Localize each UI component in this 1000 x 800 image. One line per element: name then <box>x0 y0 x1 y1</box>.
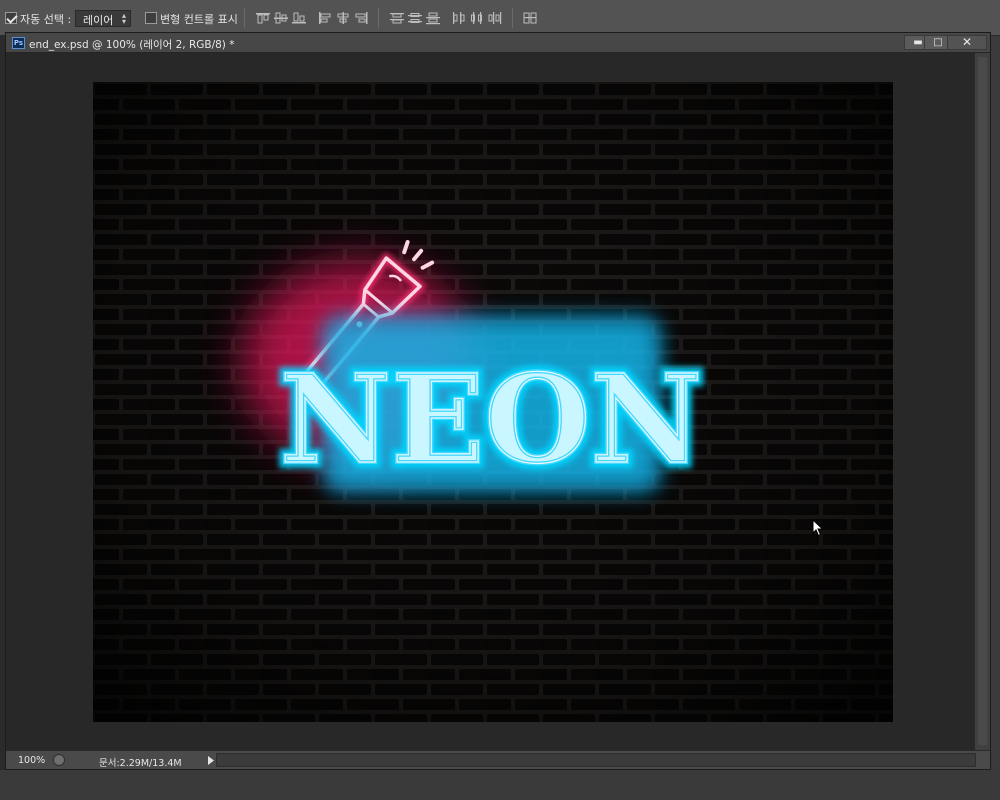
align-horizontal-centers-button[interactable] <box>334 10 352 26</box>
document-tab[interactable]: Ps end_ex.psd @ 100% (레이어 2, RGB/8) * ▬ … <box>6 33 990 53</box>
auto-select-label: 자동 선택 : <box>20 13 72 26</box>
document-window: Ps end_ex.psd @ 100% (레이어 2, RGB/8) * ▬ … <box>5 32 991 770</box>
layer-select-dropdown[interactable]: 레이어 ▴ ▾ <box>75 10 131 27</box>
transform-controls-label: 변형 컨트롤 표시 <box>160 13 238 26</box>
distribute-top-edges-button[interactable] <box>388 10 406 26</box>
close-button[interactable]: ✕ <box>947 35 987 50</box>
horizontal-scrollbar[interactable] <box>216 753 976 767</box>
status-menu-arrow-icon[interactable] <box>206 755 216 766</box>
canvas-area[interactable]: NEON NEON NEON <box>6 53 974 750</box>
distribute-bottom-edges-button[interactable] <box>424 10 442 26</box>
distribute-horizontal-centers-button[interactable] <box>468 10 486 26</box>
canvas-artwork[interactable]: NEON NEON NEON <box>93 82 893 722</box>
document-info: 문서:2.29M/13.4M <box>99 758 182 769</box>
panel-area <box>0 770 1000 800</box>
status-bar: 100% 문서:2.29M/13.4M <box>6 750 990 769</box>
separator <box>244 8 245 28</box>
vertical-scrollbar[interactable] <box>974 53 990 750</box>
neon-artwork: NEON NEON NEON <box>93 82 893 722</box>
document-title: end_ex.psd @ 100% (레이어 2, RGB/8) * <box>29 39 235 51</box>
distribute-right-edges-button[interactable] <box>486 10 504 26</box>
layer-select-value: 레이어 <box>83 14 114 27</box>
zoom-level[interactable]: 100% <box>18 755 45 766</box>
photoshop-icon: Ps <box>12 37 25 49</box>
options-bar: 자동 선택 : 레이어 ▴ ▾ 변형 컨트롤 표시 <box>0 0 1000 36</box>
transform-controls-checkbox[interactable] <box>145 12 157 24</box>
separator <box>378 8 379 28</box>
dropdown-arrows-icon: ▴ ▾ <box>121 11 126 26</box>
auto-select-checkbox[interactable] <box>5 12 17 24</box>
navigator-icon[interactable] <box>53 754 65 766</box>
distribute-left-edges-button[interactable] <box>450 10 468 26</box>
distribute-vertical-centers-button[interactable] <box>406 10 424 26</box>
separator <box>512 8 513 28</box>
align-left-edges-button[interactable] <box>316 10 334 26</box>
align-top-edges-button[interactable] <box>254 10 272 26</box>
auto-align-layers-button[interactable] <box>521 10 539 26</box>
mouse-cursor-icon <box>812 519 824 537</box>
align-right-edges-button[interactable] <box>352 10 370 26</box>
neon-text-highlight: NEON <box>280 347 702 491</box>
scroll-thumb[interactable] <box>978 57 987 745</box>
align-vertical-centers-button[interactable] <box>272 10 290 26</box>
align-bottom-edges-button[interactable] <box>290 10 308 26</box>
